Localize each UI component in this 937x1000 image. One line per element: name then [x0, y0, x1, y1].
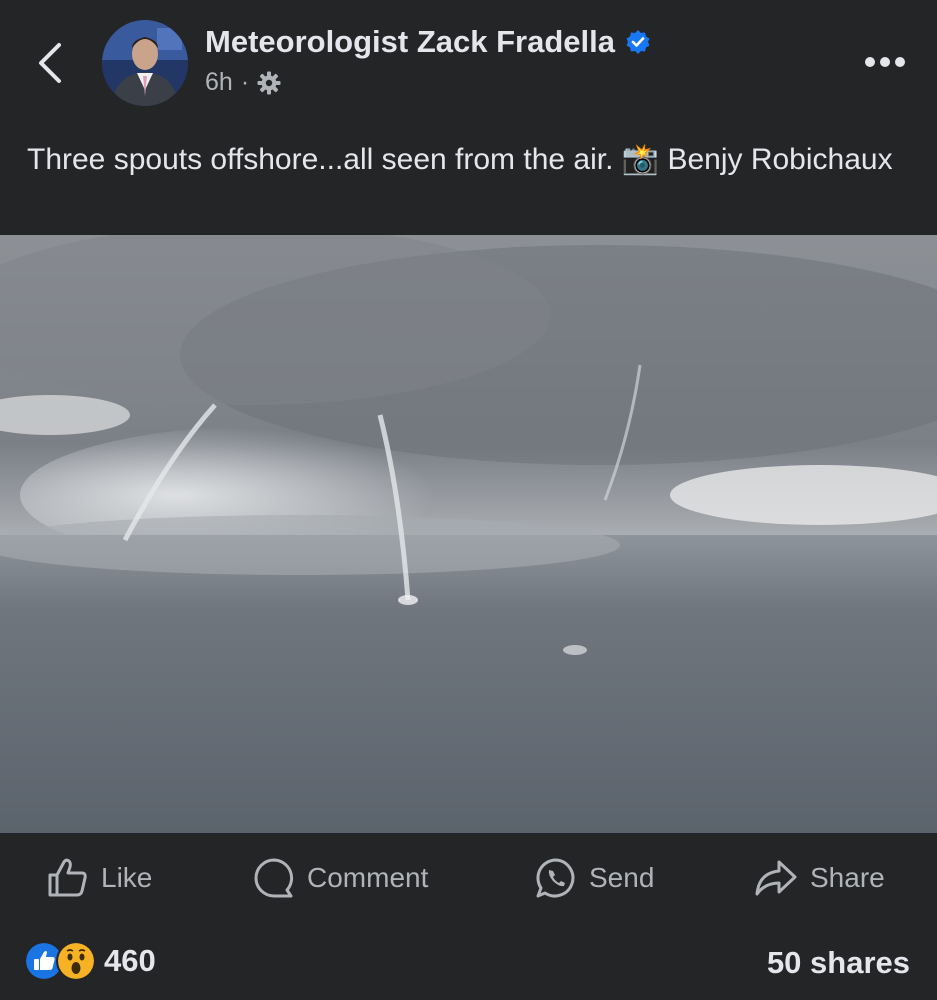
author-avatar[interactable]: [102, 20, 188, 106]
gear-icon: [257, 71, 281, 94]
comment-button[interactable]: Comment: [253, 850, 428, 906]
post-time[interactable]: 6h: [205, 68, 233, 97]
reaction-count: 460: [104, 943, 156, 978]
chevron-left-icon: [39, 43, 61, 83]
share-button[interactable]: Share: [754, 850, 885, 906]
author-name[interactable]: Meteorologist Zack Fradella: [205, 24, 651, 60]
meta-separator: ·: [240, 68, 250, 96]
post-actions: Like Comment Send Share: [0, 850, 937, 906]
post-caption: Three spouts offshore...all seen from th…: [27, 143, 893, 176]
avatar-image: [102, 20, 188, 106]
share-arrow-icon: [755, 860, 797, 896]
wow-reaction-icon: [56, 941, 96, 981]
whatsapp-send-icon: [536, 858, 575, 898]
reaction-summary[interactable]: 460: [24, 941, 156, 981]
more-options-button[interactable]: [863, 50, 907, 74]
send-button[interactable]: Send: [535, 850, 654, 906]
post-photo[interactable]: [0, 235, 937, 833]
post-footer: 460 50 shares: [0, 935, 937, 991]
post-header: Meteorologist Zack Fradella 6h ·: [0, 0, 937, 130]
more-horizontal-icon: [865, 57, 905, 67]
send-label: Send: [589, 862, 655, 893]
comment-label: Comment: [307, 862, 429, 893]
back-button[interactable]: [30, 38, 70, 88]
verified-badge-icon: [626, 30, 650, 54]
post-meta: 6h ·: [205, 68, 281, 97]
like-button[interactable]: Like: [47, 850, 152, 906]
shares-count[interactable]: 50 shares: [767, 945, 910, 981]
comment-bubble-icon: [254, 858, 294, 898]
author-name-text[interactable]: Meteorologist Zack Fradella: [205, 24, 615, 60]
thumbs-up-icon: [48, 858, 87, 897]
share-label: Share: [810, 862, 885, 893]
like-label: Like: [101, 862, 153, 893]
